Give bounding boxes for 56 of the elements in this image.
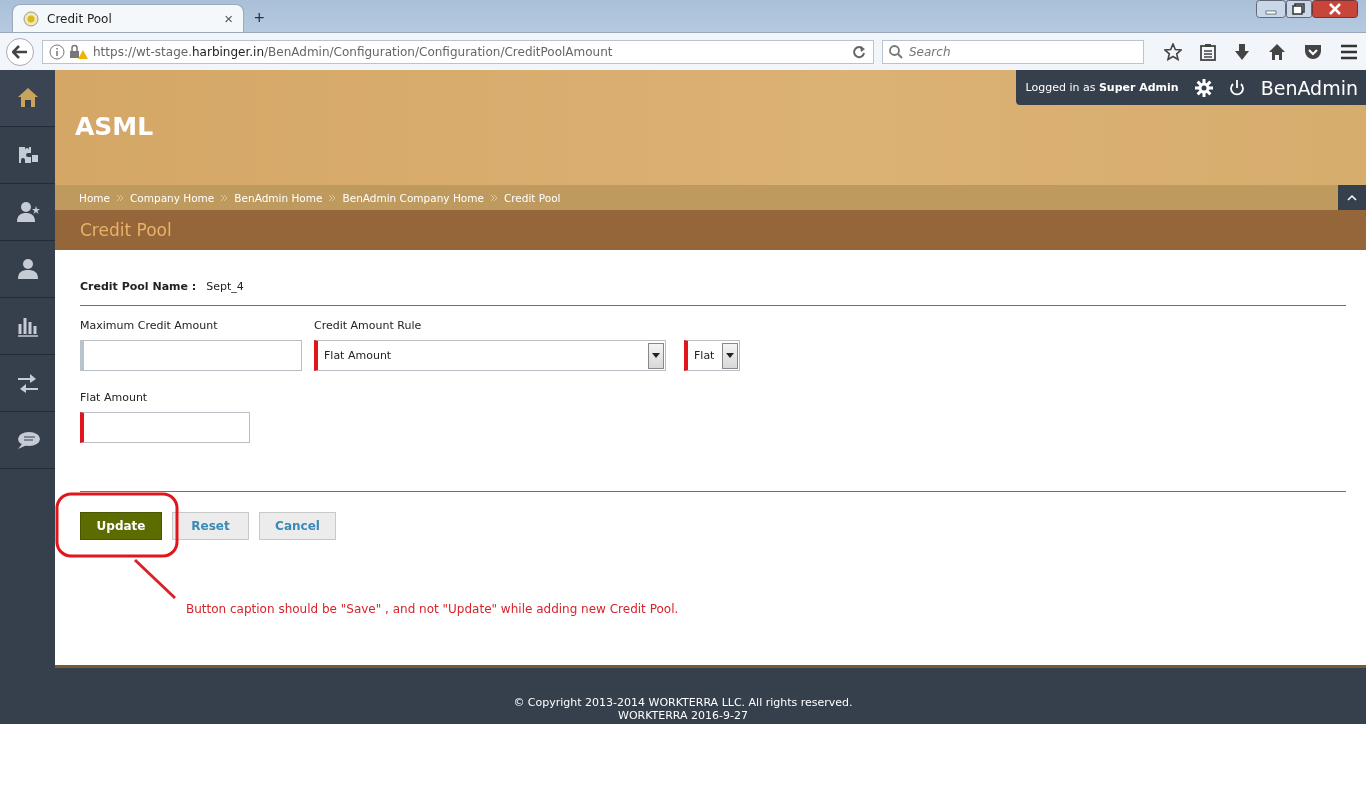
breadcrumb-separator-icon (489, 193, 498, 202)
settings-icon[interactable] (1194, 78, 1213, 97)
version-text: WORKTERRA 2016-9-27 (618, 709, 748, 722)
user-icon (15, 257, 40, 281)
minimize-icon[interactable] (1256, 0, 1286, 18)
search-field[interactable]: Search (882, 39, 1144, 64)
field-label: Credit Pool Name : (80, 280, 197, 293)
chevron-up-icon (1347, 194, 1357, 201)
app-name: BenAdmin (1260, 76, 1358, 99)
info-icon[interactable] (49, 43, 65, 60)
sidebar-item[interactable] (0, 70, 55, 127)
breadcrumb-separator-icon (116, 193, 124, 202)
menu-icon[interactable] (1340, 43, 1358, 60)
breadcrumb-separator-icon (328, 193, 337, 202)
update-button[interactable]: Update (80, 512, 162, 540)
star-icon[interactable] (1164, 42, 1182, 61)
collapse-button[interactable] (1338, 185, 1366, 210)
annotation-text: Button caption should be "Save" , and not "Update" while adding new Credit Pool. (186, 602, 679, 616)
cancel-button[interactable]: Cancel (259, 512, 336, 540)
user-star-icon (15, 200, 40, 224)
power-icon[interactable] (1228, 78, 1245, 97)
search-icon (889, 44, 903, 59)
logged-in-text: Logged in as Super Admin (1025, 81, 1179, 94)
close-icon[interactable] (1312, 0, 1358, 18)
url-text: https://wt-stage.harbinger.in/BenAdmin/Configuration/Configuration/CreditPoolAmount (93, 44, 614, 59)
field-label: Credit Amount Rule (314, 319, 423, 332)
field-label: Flat Amount (80, 391, 149, 404)
reset-button[interactable]: Reset (172, 512, 249, 540)
download-icon[interactable] (1234, 42, 1250, 61)
dropdown[interactable]: Flat Amount (314, 340, 666, 371)
back-button[interactable] (6, 37, 34, 66)
dropdown-caret-icon (726, 353, 734, 358)
new-tab-button[interactable]: + (250, 4, 269, 32)
credit-pool-name: Sept_4 (206, 280, 244, 293)
home-icon[interactable] (1268, 42, 1286, 61)
back-arrow-icon (12, 44, 28, 59)
browser-tab[interactable]: Credit Pool × (12, 4, 244, 32)
dropdown[interactable]: Flat (684, 340, 740, 371)
address-bar[interactable]: https://wt-stage.harbinger.in/BenAdmin/Configuration/Configuration/CreditPoolAmount (42, 39, 874, 64)
tab-title: Credit Pool (47, 11, 113, 26)
pocket-icon[interactable] (1304, 42, 1322, 61)
copyright-text: © Copyright 2013-2014 WORKTERRA LLC. All rights reserved. (513, 696, 853, 709)
field-label: Maximum Credit Amount (80, 319, 219, 332)
text-input[interactable] (80, 412, 250, 443)
breadcrumb-separator-icon (220, 193, 229, 202)
company-name: ASML (75, 112, 154, 141)
reload-icon[interactable] (851, 43, 867, 60)
maximize-icon[interactable] (1286, 0, 1312, 18)
text-input[interactable] (80, 340, 302, 371)
tab-close-button[interactable]: × (224, 10, 233, 27)
dropdown-caret-icon (652, 353, 660, 358)
site-icon (23, 10, 39, 27)
clipboard-list-icon[interactable] (1200, 42, 1216, 61)
page-title: Credit Pool (80, 220, 172, 240)
lock-warning-icon[interactable] (69, 43, 89, 60)
swap-arrows-icon (15, 371, 40, 395)
